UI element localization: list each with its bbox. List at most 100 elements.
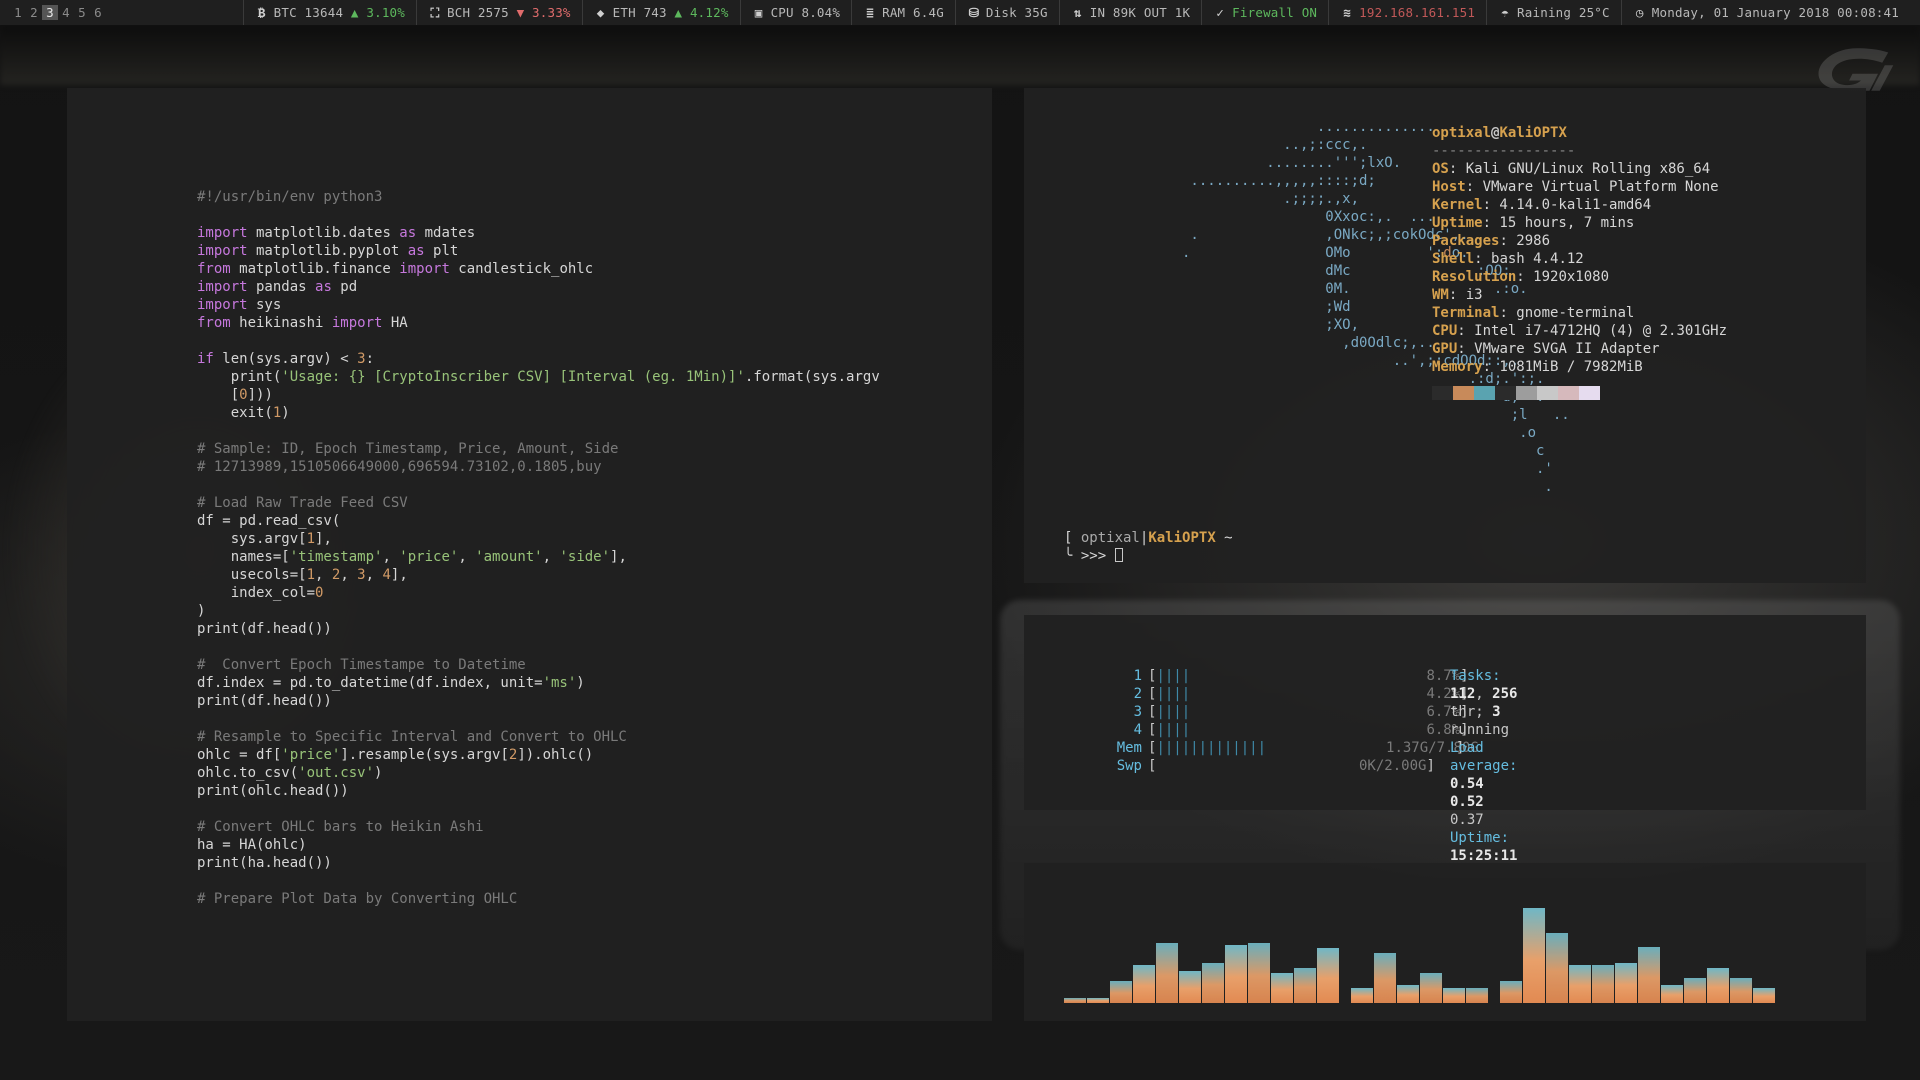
spectrum-bar	[1397, 985, 1419, 1003]
spectrum-bars	[1064, 903, 1826, 1003]
cpu-bar: 1[||||8.7%]	[1116, 667, 1469, 685]
weather-icon: ☂	[1498, 0, 1512, 25]
spectrum-bar	[1500, 981, 1522, 1003]
spectrum-bar	[1202, 963, 1224, 1003]
cpu-bar: 3[||||6.7%]	[1116, 703, 1469, 721]
spectrum-bar	[1753, 988, 1775, 1003]
neofetch-sep: -----------------	[1432, 142, 1727, 160]
spectrum-bar	[1317, 948, 1339, 1003]
sysinfo-row: Memory: 1081MiB / 7982MiB	[1432, 358, 1727, 376]
sysinfo-row: Resolution: 1920x1080	[1432, 268, 1727, 286]
ram-icon: ≣	[863, 0, 877, 25]
btc-icon: ₿	[255, 0, 269, 25]
sysinfo-row: WM: i3	[1432, 286, 1727, 304]
spectrum-bar	[1730, 978, 1752, 1003]
net-widget: ⇅IN 89K OUT 1K	[1059, 0, 1201, 25]
sysinfo-row: Kernel: 4.14.0-kali1-amd64	[1432, 196, 1727, 214]
visualizer-window	[1024, 863, 1866, 1021]
palette-swatch	[1516, 386, 1537, 400]
sysinfo: optixal@KaliOPTX ----------------- OS: K…	[1432, 124, 1727, 400]
spectrum-bar	[1546, 933, 1568, 1003]
sysinfo-row: OS: Kali GNU/Linux Rolling x86_64	[1432, 160, 1727, 178]
workspace-4[interactable]: 4	[58, 5, 74, 20]
spectrum-bar	[1684, 978, 1706, 1003]
neofetch-host: KaliOPTX	[1499, 125, 1566, 141]
spectrum-bar	[1443, 988, 1465, 1003]
sysinfo-row: Packages: 2986	[1432, 232, 1727, 250]
workspace-1[interactable]: 1	[10, 5, 26, 20]
editor-window[interactable]: #!/usr/bin/env python3 import matplotlib…	[67, 88, 992, 1021]
disk-icon: ⛁	[967, 0, 981, 25]
clock-text: Monday, 01 January 2018 00:08:41	[1652, 0, 1899, 25]
spectrum-bar	[1523, 908, 1545, 1003]
eth-icon: ◆	[594, 0, 608, 25]
palette-swatch	[1558, 386, 1579, 400]
cursor	[1115, 548, 1123, 562]
bch-label: BCH 2575 ▼ 3.33%	[447, 0, 571, 25]
cpu-text: CPU 8.04%	[771, 0, 841, 25]
spectrum-bar	[1592, 965, 1614, 1003]
workspace-2[interactable]: 2	[26, 5, 42, 20]
spectrum-bar	[1466, 988, 1488, 1003]
neofetch-user: optixal	[1432, 125, 1491, 141]
clock-widget: ◷Monday, 01 January 2018 00:08:41	[1621, 0, 1910, 25]
wifi-icon: ≋	[1340, 0, 1354, 25]
eth-widget: ◆ ETH 743 ▲ 4.12%	[582, 0, 740, 25]
shell-prompt[interactable]: [ optixal|KaliOPTX ~ ╰ >>>	[1064, 529, 1233, 565]
palette-swatch	[1579, 386, 1600, 400]
swp-bar: Swp[0K/2.00G]	[1116, 757, 1469, 775]
status-bar: 1 2 3 4 5 6 ₿ BTC 13644 ▲ 3.10% ⛶ BCH 25…	[0, 0, 1920, 25]
workspace-5[interactable]: 5	[74, 5, 90, 20]
spectrum-bar	[1661, 985, 1683, 1003]
workspace-6[interactable]: 6	[90, 5, 106, 20]
palette-swatch	[1432, 386, 1453, 400]
spectrum-bar	[1133, 965, 1155, 1003]
htop-body: 1[||||8.7%]2[||||4.2%]3[||||6.7%]4[||||6…	[1070, 641, 1469, 775]
btc-widget: ₿ BTC 13644 ▲ 3.10%	[243, 0, 416, 25]
spectrum-bar	[1179, 971, 1201, 1003]
spectrum-bar	[1374, 953, 1396, 1003]
eth-label: ETH 743 ▲ 4.12%	[613, 0, 729, 25]
spectrum-bar	[1110, 981, 1132, 1003]
cpu-icon: ▣	[752, 0, 766, 25]
palette-swatch	[1474, 386, 1495, 400]
spectrum-bar	[1638, 947, 1660, 1003]
ip-widget: ≋192.168.161.151	[1328, 0, 1486, 25]
cpu-widget: ▣CPU 8.04%	[740, 0, 852, 25]
btc-label: BTC 13644 ▲ 3.10%	[274, 0, 405, 25]
weather-text: Raining 25°C	[1517, 0, 1610, 25]
neofetch-window[interactable]: .............. ..,;:ccc,. ........''';lx…	[1024, 88, 1866, 583]
color-palette	[1432, 386, 1727, 400]
mem-bar: Mem[|||||||||||||1.37G/7.80G]	[1116, 739, 1469, 757]
fw-text: Firewall ON	[1232, 0, 1317, 25]
workspace-list: 1 2 3 4 5 6	[10, 5, 106, 20]
palette-swatch	[1453, 386, 1474, 400]
firewall-widget: ✓Firewall ON	[1201, 0, 1328, 25]
workspace-3[interactable]: 3	[42, 5, 58, 20]
htop-summary: Tasks: 112, 256 thr; 3 running Load aver…	[1450, 667, 1517, 865]
spectrum-bar	[1569, 965, 1591, 1003]
spectrum-bar	[1707, 968, 1729, 1003]
net-icon: ⇅	[1071, 0, 1085, 25]
code-body[interactable]: #!/usr/bin/env python3 import matplotlib…	[67, 188, 992, 908]
sysinfo-row: CPU: Intel i7-4712HQ (4) @ 2.301GHz	[1432, 322, 1727, 340]
sysinfo-row: GPU: VMware SVGA II Adapter	[1432, 340, 1727, 358]
wall-hint-1	[0, 25, 1920, 85]
sysinfo-row: Terminal: gnome-terminal	[1432, 304, 1727, 322]
spectrum-bar	[1294, 968, 1316, 1003]
palette-swatch	[1495, 386, 1516, 400]
shield-icon: ✓	[1213, 0, 1227, 25]
sysinfo-row: Uptime: 15 hours, 7 mins	[1432, 214, 1727, 232]
spectrum-bar	[1271, 973, 1293, 1003]
palette-swatch	[1537, 386, 1558, 400]
ram-widget: ≣RAM 6.4G	[851, 0, 955, 25]
cpu-bar: 2[||||4.2%]	[1116, 685, 1469, 703]
spectrum-bar	[1156, 943, 1178, 1003]
spectrum-bar	[1615, 963, 1637, 1003]
sysinfo-row: Host: VMware Virtual Platform None	[1432, 178, 1727, 196]
clock-icon: ◷	[1633, 0, 1647, 25]
spectrum-bar	[1087, 998, 1109, 1003]
ram-text: RAM 6.4G	[882, 0, 944, 25]
ip-text: 192.168.161.151	[1359, 0, 1475, 25]
htop-window[interactable]: 1[||||8.7%]2[||||4.2%]3[||||6.7%]4[||||6…	[1024, 615, 1866, 810]
